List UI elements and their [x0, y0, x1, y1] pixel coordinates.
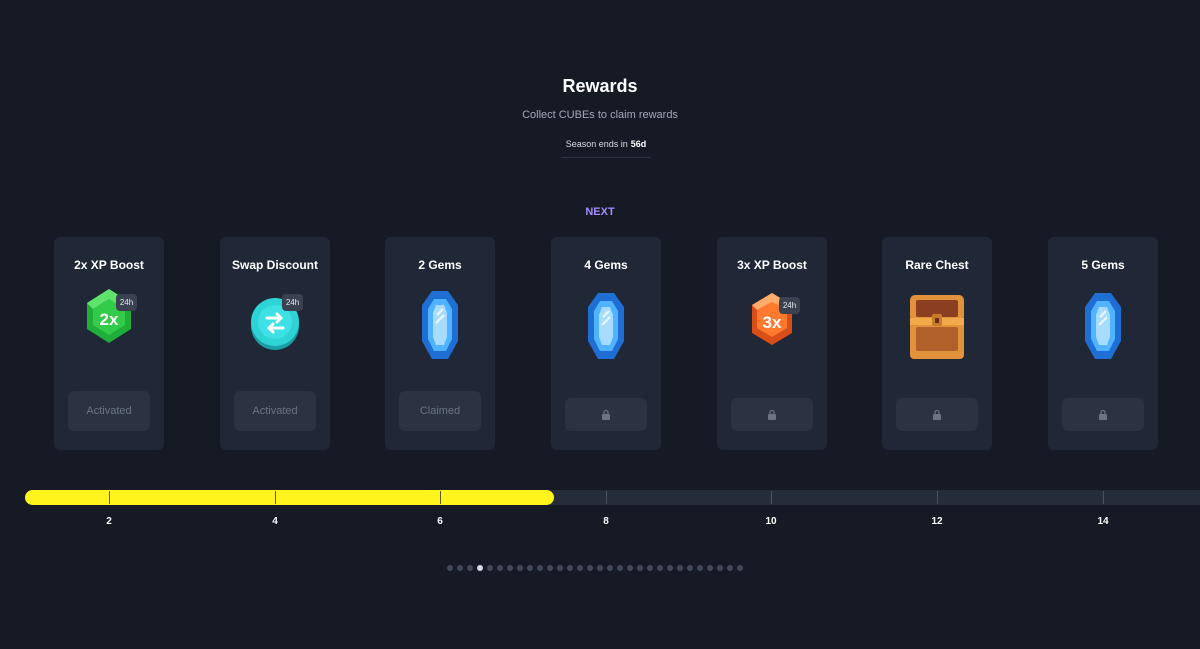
progress-tick: [937, 491, 938, 504]
activated-button: Activated: [68, 391, 150, 431]
season-label: Season ends in: [565, 139, 628, 149]
reward-card: 5 Gems: [1048, 237, 1158, 450]
svg-text:3x: 3x: [763, 313, 782, 332]
locked-button: [565, 398, 647, 431]
pagination-dot[interactable]: [627, 565, 633, 571]
tick-label: 2: [106, 516, 112, 527]
pagination-dot[interactable]: [447, 565, 453, 571]
pagination-dot[interactable]: [497, 565, 503, 571]
pagination-dot[interactable]: [577, 565, 583, 571]
lock-icon: [602, 409, 610, 420]
pagination-dot[interactable]: [517, 565, 523, 571]
pagination-dot[interactable]: [457, 565, 463, 571]
tick-label: 12: [931, 516, 943, 527]
pagination-dot[interactable]: [537, 565, 543, 571]
pagination-dot[interactable]: [657, 565, 663, 571]
locked-button: [1062, 398, 1144, 431]
pagination-dot[interactable]: [617, 565, 623, 571]
reward-title: 5 Gems: [1081, 258, 1125, 272]
swap-discount-icon: 24h: [245, 287, 305, 367]
next-label: NEXT: [585, 206, 615, 218]
tick-label: 4: [272, 516, 278, 527]
lock-icon: [933, 409, 941, 420]
pagination-dot[interactable]: [507, 565, 513, 571]
pagination-dot[interactable]: [637, 565, 643, 571]
page-title: Rewards: [562, 76, 638, 96]
gem-icon: [1073, 287, 1133, 367]
duration-badge: 24h: [282, 294, 303, 311]
pagination-dot[interactable]: [607, 565, 613, 571]
reward-card: Swap Discount 24h Activated: [220, 237, 330, 450]
duration-badge: 24h: [779, 297, 800, 314]
season-countdown: Season ends in 56d: [561, 131, 651, 158]
gem-icon: [410, 287, 470, 367]
season-value: 56d: [630, 139, 647, 149]
pagination-dot[interactable]: [667, 565, 673, 571]
pagination-dot[interactable]: [557, 565, 563, 571]
pagination-dot[interactable]: [677, 565, 683, 571]
progress-tick: [771, 491, 772, 504]
lock-icon: [768, 409, 776, 420]
reward-title: Swap Discount: [231, 258, 318, 272]
pagination-dot[interactable]: [687, 565, 693, 571]
reward-title: 4 Gems: [584, 258, 628, 272]
tick-label: 6: [437, 516, 443, 527]
pagination-dot[interactable]: [647, 565, 653, 571]
pagination-dot[interactable]: [477, 565, 483, 571]
tick-label: 14: [1097, 516, 1109, 527]
reward-title: 2 Gems: [418, 258, 462, 272]
pagination-dot[interactable]: [587, 565, 593, 571]
reward-title: Rare Chest: [905, 258, 969, 272]
reward-card: 4 Gems: [551, 237, 661, 450]
activated-button: Activated: [234, 391, 316, 431]
progress-tick: [606, 491, 607, 504]
pagination-dot[interactable]: [567, 565, 573, 571]
duration-badge: 24h: [116, 294, 137, 311]
pagination-dot[interactable]: [727, 565, 733, 571]
tick-label: 8: [603, 516, 609, 527]
pagination-dot[interactable]: [597, 565, 603, 571]
locked-button: [731, 398, 813, 431]
reward-card: 2x XP Boost 2x 24h Activated: [54, 237, 164, 450]
reward-card: 2 Gems Claimed: [385, 237, 495, 450]
pagination-dot[interactable]: [487, 565, 493, 571]
xp-boost-3x-icon: 3x 24h: [742, 287, 802, 367]
pagination-dot[interactable]: [547, 565, 553, 571]
reward-card: 3x XP Boost 3x 24h: [717, 237, 827, 450]
progress-tick: [275, 491, 276, 504]
chest-icon: [907, 287, 967, 367]
reward-card: Rare Chest: [882, 237, 992, 450]
progress-tick: [109, 491, 110, 504]
svg-text:2x: 2x: [100, 310, 119, 329]
pagination-dot[interactable]: [697, 565, 703, 571]
pagination-dot[interactable]: [717, 565, 723, 571]
reward-title: 2x XP Boost: [74, 258, 144, 272]
pagination-dot[interactable]: [467, 565, 473, 571]
reward-title: 3x XP Boost: [737, 258, 807, 272]
claimed-button: Claimed: [399, 391, 481, 431]
pagination-dot[interactable]: [707, 565, 713, 571]
lock-icon: [1099, 409, 1107, 420]
tick-label: 10: [765, 516, 777, 527]
pagination-dot[interactable]: [527, 565, 533, 571]
progress-tick: [1103, 491, 1104, 504]
progress-fill: [25, 490, 554, 505]
pagination-dot[interactable]: [737, 565, 743, 571]
xp-boost-2x-icon: 2x 24h: [79, 287, 139, 367]
page-subtitle: Collect CUBEs to claim rewards: [522, 109, 678, 121]
progress-tick: [440, 491, 441, 504]
pagination-dots: [447, 565, 743, 571]
locked-button: [896, 398, 978, 431]
gem-icon: [576, 287, 636, 367]
